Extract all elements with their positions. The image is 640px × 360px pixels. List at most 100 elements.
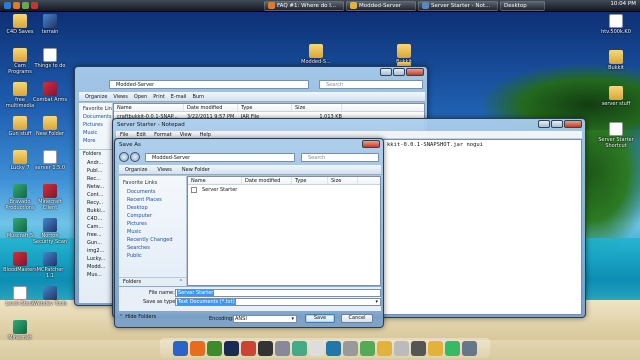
views-button[interactable]: Views: [157, 167, 171, 173]
tree-item[interactable]: free...: [83, 231, 108, 239]
col-name[interactable]: Name: [188, 177, 242, 184]
taskbar-item-modded-server[interactable]: Modded-Server: [346, 0, 416, 11]
tree-item[interactable]: Lucky...: [83, 255, 108, 263]
folder-icon[interactable]: [377, 340, 392, 356]
sidebar-item-favorite[interactable]: Searches: [123, 244, 182, 252]
col-size[interactable]: Size: [292, 104, 342, 111]
taskbar-item-notepad[interactable]: Server Starter - Not...: [418, 0, 498, 11]
fav-link[interactable]: More: [79, 137, 112, 145]
tree-item[interactable]: Cam...: [83, 223, 108, 231]
taskbar-item-desktop[interactable]: Desktop: [500, 0, 545, 11]
email-button[interactable]: E-mail: [171, 94, 187, 100]
tree-item[interactable]: Netw...: [83, 183, 108, 191]
save-type-select[interactable]: Text Documents (*.txt) ▾: [175, 298, 381, 306]
notepad-titlebar[interactable]: Server Starter - Notepad: [113, 119, 585, 131]
app-icon[interactable]: [292, 340, 307, 356]
maximize-button[interactable]: [551, 120, 563, 128]
start-orb-icon[interactable]: [4, 2, 11, 9]
tree-item[interactable]: Modd...: [83, 263, 108, 271]
cancel-button[interactable]: Cancel: [341, 314, 373, 323]
app-icon[interactable]: [173, 340, 188, 356]
minimize-button[interactable]: [380, 68, 392, 76]
app-icon[interactable]: [207, 340, 222, 356]
desktop-icon[interactable]: server 1.5.0: [32, 150, 68, 171]
sidebar-item-favorite[interactable]: Recently Changed: [123, 236, 182, 244]
desktop-icon[interactable]: Server Starter Shortcut: [598, 122, 634, 149]
file-name-input[interactable]: Server Starter: [175, 289, 381, 297]
desktop-icon[interactable]: Bukkit: [598, 50, 634, 71]
tree-item[interactable]: Bukki...: [83, 207, 108, 215]
folder-icon[interactable]: [428, 340, 443, 356]
tree-item[interactable]: Andr...: [83, 159, 108, 167]
hide-folders-toggle[interactable]: ⌃ Hide Folders: [119, 314, 156, 320]
tree-item[interactable]: Mus...: [83, 271, 108, 279]
tree-item[interactable]: Publ...: [83, 167, 108, 175]
dialog-search-input[interactable]: Search: [301, 153, 379, 162]
minimize-button[interactable]: [538, 120, 550, 128]
explorer-titlebar[interactable]: [75, 67, 427, 79]
col-date[interactable]: Date modified: [184, 104, 238, 111]
desktop-icon[interactable]: Things to do: [32, 48, 68, 69]
app-icon[interactable]: [360, 340, 375, 356]
desktop-icon[interactable]: Norton Security Scan: [32, 218, 68, 245]
save-as-dialog[interactable]: Save As Modded-Server Search Organize Vi…: [114, 138, 384, 328]
back-arrow-icon[interactable]: [119, 152, 129, 162]
close-button[interactable]: [406, 68, 424, 76]
close-button[interactable]: [564, 120, 582, 128]
save-button[interactable]: Save: [305, 314, 335, 323]
folders-header[interactable]: Folders: [79, 149, 112, 158]
sidebar-item-favorite[interactable]: Pictures: [123, 220, 182, 228]
app-icon[interactable]: [445, 340, 460, 356]
col-type[interactable]: Type: [238, 104, 292, 111]
desktop-icon[interactable]: Minecraft Client: [32, 184, 68, 211]
app-icon[interactable]: [309, 340, 324, 356]
sidebar-item-favorite[interactable]: Music: [123, 228, 182, 236]
list-item[interactable]: Server Starter: [188, 187, 237, 194]
sidebar-item-favorite[interactable]: Documents: [123, 188, 182, 196]
menu-help[interactable]: Help: [200, 131, 211, 138]
forward-arrow-icon[interactable]: [130, 152, 140, 162]
app-icon[interactable]: [326, 340, 341, 356]
encoding-select[interactable]: ANSI ▾: [233, 315, 297, 323]
dialog-titlebar[interactable]: Save As: [115, 139, 383, 151]
dialog-address-bar[interactable]: Modded-Server: [145, 153, 295, 162]
desktop-icon[interactable]: New Folder: [32, 116, 68, 137]
desktop-icon[interactable]: terrain: [32, 14, 68, 35]
open-button[interactable]: Open: [134, 94, 147, 100]
explorer-address-bar[interactable]: Modded-Server: [109, 80, 309, 89]
fav-link[interactable]: Documents: [79, 113, 112, 121]
desktop-icon[interactable]: server stuff: [598, 86, 634, 107]
app-icon[interactable]: [22, 2, 29, 9]
col-size[interactable]: Size: [328, 177, 358, 184]
app-icon[interactable]: [343, 340, 358, 356]
views-button[interactable]: Views: [113, 94, 127, 100]
sidebar-item-favorite[interactable]: Recent Places: [123, 196, 182, 204]
explorer-search-input[interactable]: Search: [319, 80, 423, 89]
tree-item[interactable]: Rec...: [83, 175, 108, 183]
menu-edit[interactable]: Edit: [136, 131, 146, 138]
trash-icon[interactable]: [462, 340, 477, 356]
fav-link[interactable]: Pictures: [79, 121, 112, 129]
print-button[interactable]: Print: [153, 94, 165, 100]
desktop-icon[interactable]: Combat Arms: [32, 82, 68, 103]
desktop-icon[interactable]: Minecraft: [2, 320, 38, 341]
app-icon[interactable]: [275, 340, 290, 356]
folders-toggle[interactable]: Folders ⌃: [119, 277, 187, 286]
app-icon[interactable]: [411, 340, 426, 356]
firefox-icon[interactable]: [13, 2, 20, 9]
fav-link[interactable]: Music: [79, 129, 112, 137]
tree-item[interactable]: C4D...: [83, 215, 108, 223]
menu-file[interactable]: File: [120, 131, 128, 138]
tree-item[interactable]: img2...: [83, 247, 108, 255]
desktop-icon[interactable]: MCPatcher 1.1: [32, 252, 68, 279]
firefox-icon[interactable]: [190, 340, 205, 356]
col-type[interactable]: Type: [292, 177, 328, 184]
maximize-button[interactable]: [393, 68, 405, 76]
organize-button[interactable]: Organize: [125, 167, 147, 173]
app-icon[interactable]: [31, 2, 38, 9]
desktop-icon[interactable]: Webdev Tools: [32, 286, 68, 307]
new-folder-button[interactable]: New Folder: [182, 167, 210, 173]
tree-item[interactable]: Gun...: [83, 239, 108, 247]
col-date[interactable]: Date modified: [242, 177, 292, 184]
desktop-icon[interactable]: htv.500k.K0: [598, 14, 634, 35]
